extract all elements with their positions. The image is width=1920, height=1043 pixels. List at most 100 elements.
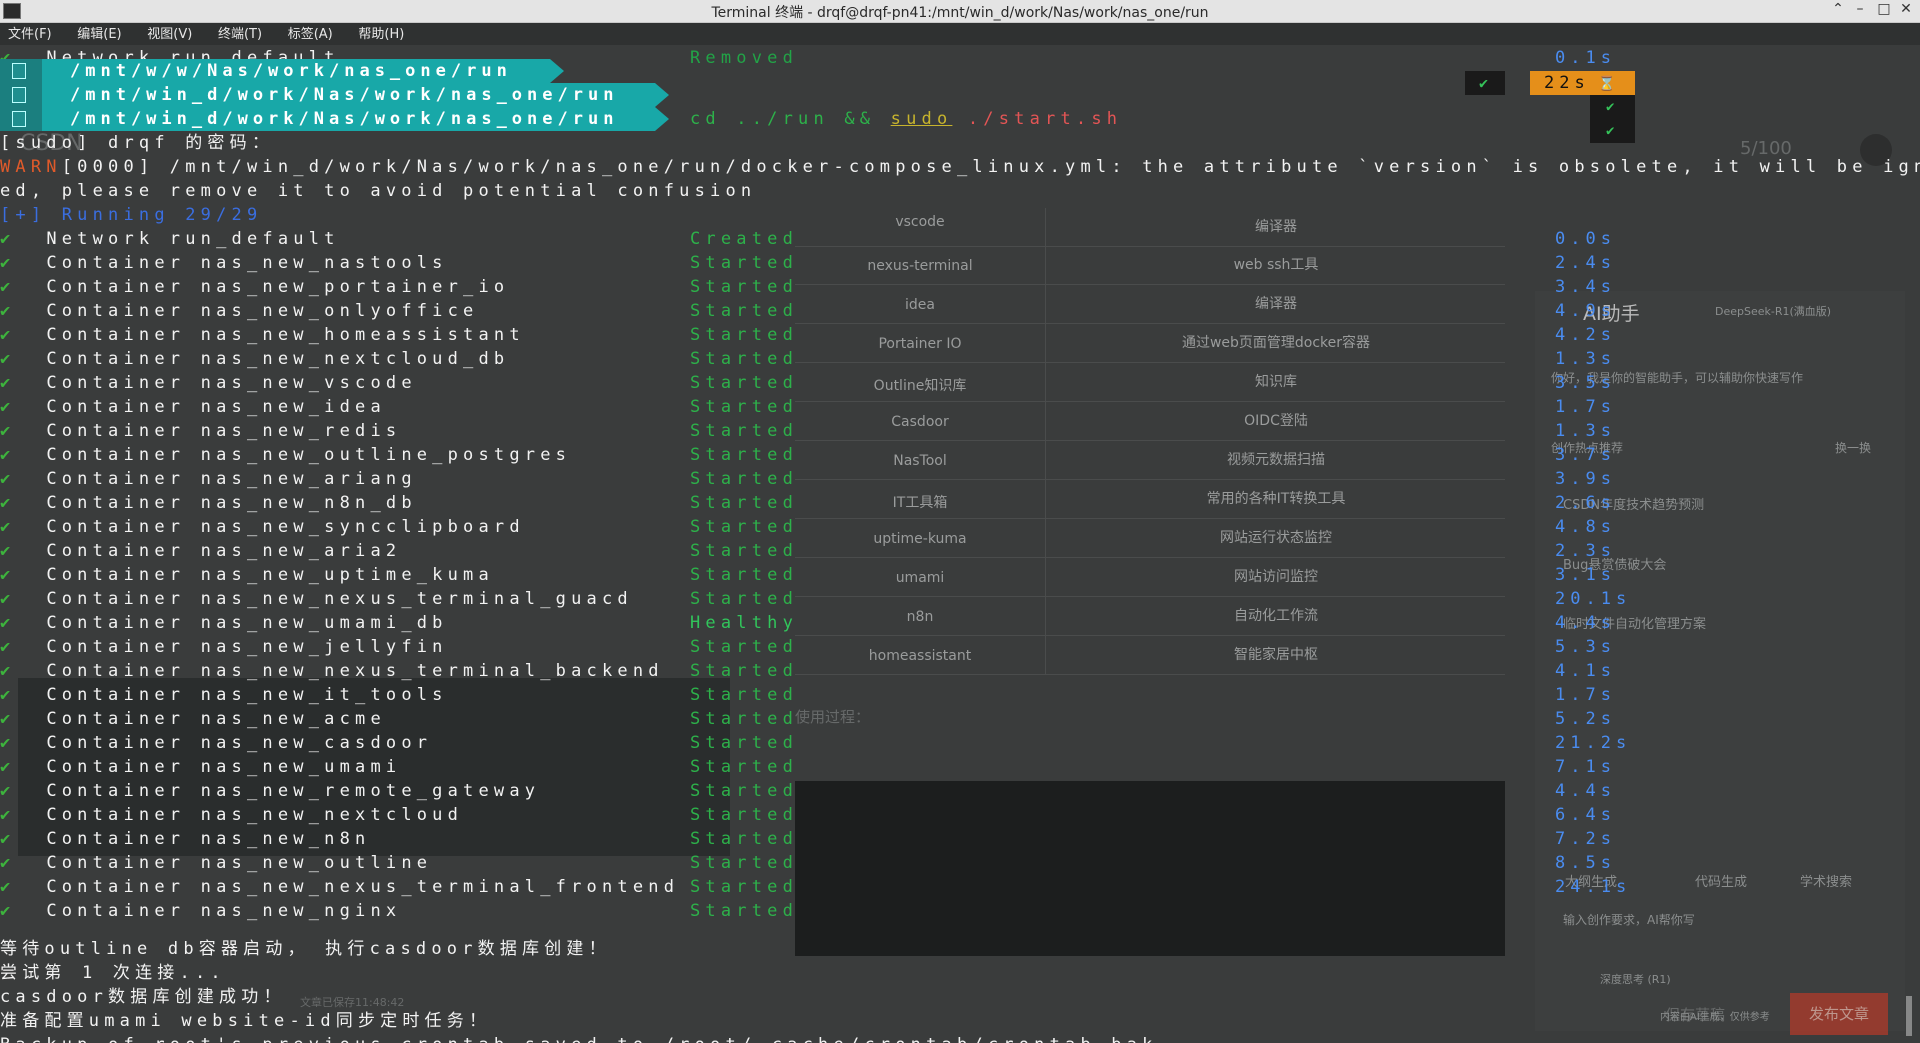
status-text: Started bbox=[690, 421, 799, 441]
container-row: ✔ Container nas_new_vscode bbox=[0, 373, 417, 393]
status-check-segment: ✔ bbox=[1590, 119, 1635, 143]
container-row: ✔ Container nas_new_idea bbox=[0, 397, 386, 417]
container-row: ✔ Container nas_new_umami_db bbox=[0, 613, 448, 633]
elapsed-time: 4.1s bbox=[1555, 661, 1616, 681]
status-text: Started bbox=[690, 541, 799, 561]
container-row: ✔ Container nas_new_nexus_terminal_backe… bbox=[0, 661, 664, 681]
elapsed-time: 7.1s bbox=[1555, 757, 1616, 777]
minimize-button[interactable]: – bbox=[1850, 1, 1870, 17]
menu-tabs[interactable]: 标签(A) bbox=[288, 24, 333, 46]
tail-line: 等待outline db容器启动， 执行casdoor数据库创建！ bbox=[0, 939, 611, 959]
prompt-bar: /mnt/win_d/work/Nas/work/nas_one/run bbox=[0, 107, 669, 131]
check-icon: ✔ bbox=[0, 397, 47, 417]
ghost-save-draft: 保存草稿 bbox=[1665, 1006, 1726, 1024]
container-row: ✔ Container nas_new_redis bbox=[0, 421, 402, 441]
container-row: ✔ Container nas_new_umami bbox=[0, 757, 402, 777]
scrollbar-thumb[interactable] bbox=[1906, 996, 1912, 1036]
table-row: Portainer IO 通过web页面管理docker容器 bbox=[795, 324, 1505, 363]
maximize-button[interactable]: □ bbox=[1874, 1, 1894, 17]
close-button[interactable]: ✕ bbox=[1896, 1, 1916, 17]
status-text: Healthy bbox=[690, 613, 799, 633]
menu-edit[interactable]: 编辑(E) bbox=[77, 24, 121, 46]
container-row: ✔ Container nas_new_portainer_io bbox=[0, 277, 510, 297]
status-time-segment: 22s ⌛ bbox=[1530, 71, 1635, 95]
menu-terminal[interactable]: 终端(T) bbox=[218, 24, 262, 46]
container-row: ✔ Container nas_new_uptime_kuma bbox=[0, 565, 494, 585]
elapsed-time: 4.2s bbox=[1555, 325, 1616, 345]
status-text: Started bbox=[690, 757, 799, 777]
container-row: ✔ Container nas_new_n8n bbox=[0, 829, 371, 849]
elapsed-time: 1.3s bbox=[1555, 421, 1616, 441]
elapsed-time: 8.5s bbox=[1555, 853, 1616, 873]
status-text: Started bbox=[690, 565, 799, 585]
table-row: NasTool 视频元数据扫描 bbox=[795, 441, 1505, 480]
container-row: ✔ Container nas_new_nexus_terminal_guacd bbox=[0, 589, 633, 609]
status-text: Started bbox=[690, 469, 799, 489]
check-icon: ✔ bbox=[0, 301, 47, 321]
check-icon: ✔ bbox=[0, 565, 47, 585]
terminal-line: ✔ Network run_default bbox=[0, 229, 340, 249]
status-text: Started bbox=[690, 733, 799, 753]
prompt-arrow bbox=[655, 83, 669, 107]
status-text: Started bbox=[690, 781, 799, 801]
ai-model: DeepSeek-R1(满血版) bbox=[1715, 305, 1832, 318]
status-text: Started bbox=[690, 493, 799, 513]
table-row: Casdoor OIDC登陆 bbox=[795, 402, 1505, 441]
elapsed-time: 24.1s bbox=[1555, 877, 1632, 897]
command-line: cd ../run && sudo ./start.sh bbox=[690, 109, 1123, 129]
table-row: umami 网站访问监控 bbox=[795, 558, 1505, 597]
folder-icon bbox=[12, 63, 26, 79]
prompt-arrow bbox=[655, 107, 669, 131]
elapsed-time: 4.8s bbox=[1555, 517, 1616, 537]
tail-line: 准备配置umami website-id同步定时任务！ bbox=[0, 1011, 492, 1031]
status-text: Started bbox=[690, 301, 799, 321]
check-icon: ✔ bbox=[0, 877, 47, 897]
container-row: ✔ Container nas_new_homeassistant bbox=[0, 325, 525, 345]
status-text: Removed bbox=[690, 48, 799, 68]
check-icon: ✔ bbox=[0, 781, 47, 801]
folder-icon bbox=[12, 111, 26, 127]
prompt-cap bbox=[0, 83, 42, 107]
status-text: Started bbox=[690, 445, 799, 465]
check-icon: ✔ bbox=[0, 325, 47, 345]
menu-help[interactable]: 帮助(H) bbox=[358, 24, 404, 46]
check-icon: ✔ bbox=[0, 373, 47, 393]
terminal-area[interactable]: CSDN 5/100 使用过程： 文章已保存11:48:42 vscode 编译器… bbox=[0, 46, 1920, 1043]
status-text: Started bbox=[690, 517, 799, 537]
status-text: Started bbox=[690, 589, 799, 609]
check-icon: ✔ bbox=[0, 709, 47, 729]
check-icon: ✔ bbox=[0, 517, 47, 537]
warn-line-2: ed, please remove it to avoid potential … bbox=[0, 181, 757, 201]
prompt-bar: /mnt/w/w/Nas/work/nas_one/run bbox=[0, 59, 564, 83]
status-text: Started bbox=[690, 805, 799, 825]
status-text: Started bbox=[690, 685, 799, 705]
tail-line: Backup of root's previous crontab saved … bbox=[0, 1033, 1158, 1043]
prompt-cap bbox=[0, 59, 42, 83]
elapsed-time: 3.5s bbox=[1555, 373, 1616, 393]
check-icon: ✔ bbox=[0, 493, 47, 513]
container-row: ✔ Container nas_new_remote_gateway bbox=[0, 781, 541, 801]
table-row: IT工具箱 常用的各种IT转换工具 bbox=[795, 480, 1505, 519]
check-icon: ✔ bbox=[0, 757, 47, 777]
prompt-arrow bbox=[550, 59, 564, 83]
elapsed-time: 20.1s bbox=[1555, 589, 1632, 609]
elapsed-time: 6.4s bbox=[1555, 805, 1616, 825]
window-title: Terminal 终端 - drqf@drqf-pn41:/mnt/win_d/… bbox=[711, 5, 1209, 21]
title-bar: Terminal 终端 - drqf@drqf-pn41:/mnt/win_d/… bbox=[0, 0, 1920, 23]
container-row: ✔ Container nas_new_acme bbox=[0, 709, 386, 729]
restore-up-icon[interactable]: ⌃ bbox=[1828, 1, 1848, 17]
status-text: Started bbox=[690, 349, 799, 369]
menu-file[interactable]: 文件(F) bbox=[8, 24, 52, 46]
status-text: Started bbox=[690, 253, 799, 273]
container-row: ✔ Container nas_new_ariang bbox=[0, 469, 417, 489]
check-icon: ✔ bbox=[0, 445, 47, 465]
elapsed-time: 0.0s bbox=[1555, 229, 1616, 249]
container-row: ✔ Container nas_new_syncclipboard bbox=[0, 517, 525, 537]
table-row: uptime-kuma 网站运行状态监控 bbox=[795, 519, 1505, 558]
elapsed-time: 3.4s bbox=[1555, 277, 1616, 297]
menu-view[interactable]: 视图(V) bbox=[147, 24, 192, 46]
status-text: Started bbox=[690, 397, 799, 417]
elapsed-time: 5.3s bbox=[1555, 637, 1616, 657]
status-text: Started bbox=[690, 661, 799, 681]
container-row: ✔ Container nas_new_outline_postgres bbox=[0, 445, 572, 465]
